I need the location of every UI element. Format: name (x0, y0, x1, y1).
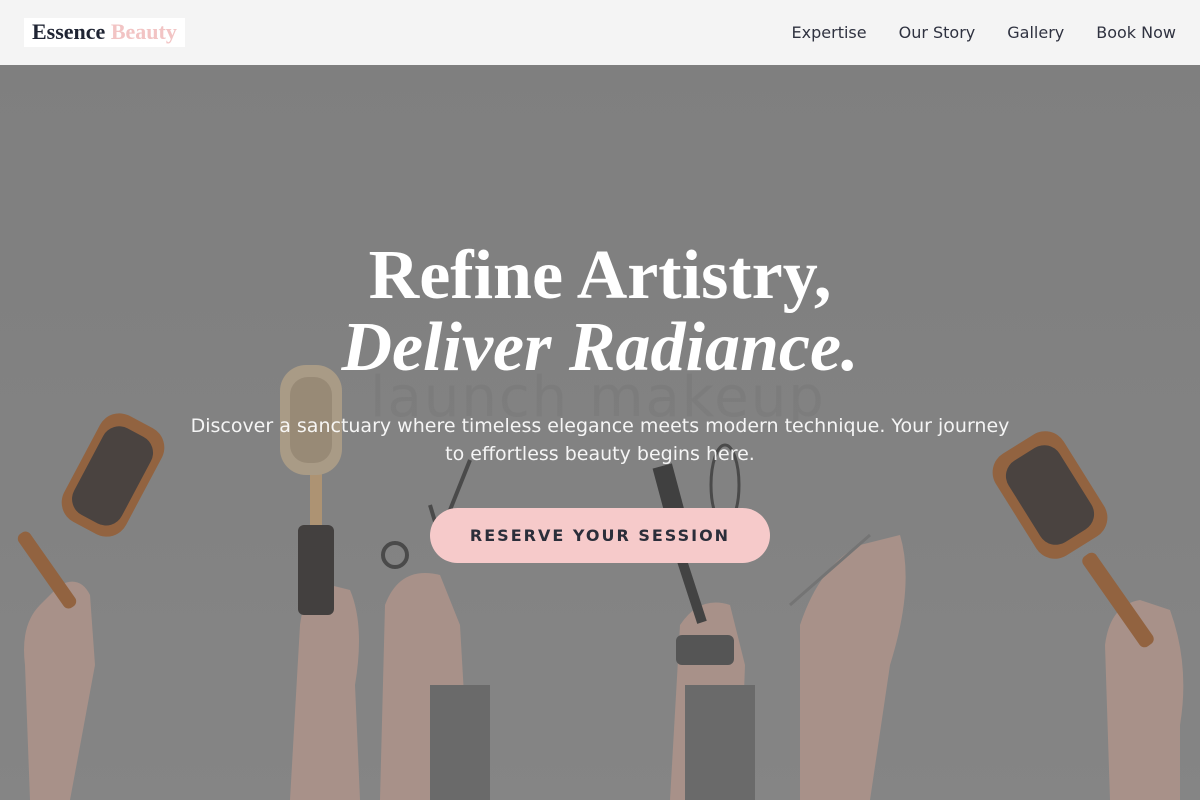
hero-headline-line2: Deliver Radiance. (341, 309, 859, 386)
main-nav: Expertise Our Story Gallery Book Now (792, 23, 1176, 42)
hero-headline-line1: Refine Artistry, (368, 237, 832, 314)
nav-gallery[interactable]: Gallery (1007, 23, 1064, 42)
nav-our-story[interactable]: Our Story (899, 23, 976, 42)
brand-name: Essence (32, 19, 106, 44)
hero-section: launch makeup Refine Artistry, Deliver R… (0, 65, 1200, 800)
hero-subtext: Discover a sanctuary where timeless eleg… (190, 415, 1010, 465)
brand-logo[interactable]: Essence Beauty (24, 18, 185, 47)
reserve-session-button[interactable]: RESERVE YOUR SESSION (429, 508, 771, 563)
nav-expertise[interactable]: Expertise (792, 23, 867, 42)
hero-content: Refine Artistry, Deliver Radiance. Disco… (0, 240, 1200, 563)
brand-accent: Beauty (110, 19, 177, 44)
nav-book-now[interactable]: Book Now (1096, 23, 1176, 42)
site-header: Essence Beauty Expertise Our Story Galle… (0, 0, 1200, 65)
